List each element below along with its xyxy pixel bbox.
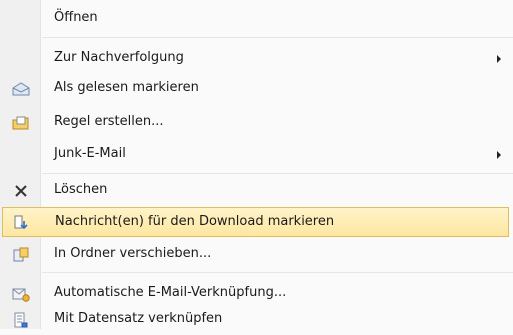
context-menu: Öffnen Zur Nachverfolgung Als gelesen ma… <box>0 0 513 329</box>
menu-item-label: Mit Datensatz verknüpfen <box>54 311 223 326</box>
menu-item-label: Zur Nachverfolgung <box>54 50 184 65</box>
menu-item-follow-up[interactable]: Zur Nachverfolgung <box>0 44 513 74</box>
menu-item-mark-for-download[interactable]: Nachricht(en) für den Download markieren <box>2 207 509 237</box>
menu-item-mark-read[interactable]: Als gelesen markieren <box>0 74 513 104</box>
menu-item-label: In Ordner verschieben... <box>54 246 212 261</box>
menu-item-label: Regel erstellen... <box>54 114 164 129</box>
menu-item-link-record[interactable]: Mit Datensatz verknüpfen <box>0 305 513 335</box>
separator <box>42 37 513 38</box>
menu-item-label: Öffnen <box>54 10 98 25</box>
menu-item-label: Automatische E-Mail-Verknüpfung... <box>54 285 287 300</box>
menu-item-move-to-folder[interactable]: In Ordner verschieben... <box>0 240 513 270</box>
envelope-open-icon <box>12 81 30 97</box>
menu-item-junk-email[interactable]: Junk-E-Mail <box>0 140 513 170</box>
menu-item-label: Junk-E-Mail <box>54 146 126 161</box>
separator <box>42 272 513 273</box>
submenu-arrow-icon <box>497 55 501 63</box>
link-record-icon <box>12 312 30 328</box>
submenu-arrow-icon <box>497 151 501 159</box>
menu-item-delete[interactable]: Löschen <box>0 176 513 206</box>
menu-item-open[interactable]: Öffnen <box>0 4 513 34</box>
menu-item-label: Als gelesen markieren <box>54 80 199 95</box>
folder-rule-icon <box>12 115 30 131</box>
menu-item-label: Nachricht(en) für den Download markieren <box>55 214 335 229</box>
delete-x-icon <box>12 183 30 199</box>
move-to-folder-icon <box>12 247 30 263</box>
download-mark-icon <box>13 215 31 231</box>
auto-link-icon <box>12 286 30 302</box>
menu-item-label: Löschen <box>54 182 108 197</box>
menu-item-create-rule[interactable]: Regel erstellen... <box>0 108 513 138</box>
separator <box>42 173 513 174</box>
